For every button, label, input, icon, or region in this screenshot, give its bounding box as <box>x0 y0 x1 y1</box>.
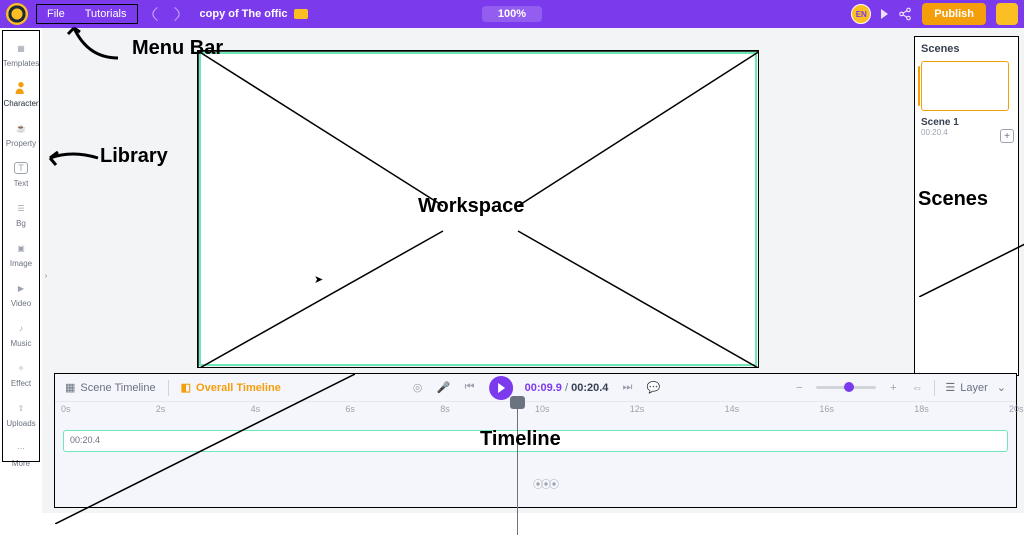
video-icon: ▶ <box>13 280 29 296</box>
sidebar-item-label: Image <box>10 259 32 268</box>
track-row[interactable]: 00:20.4 <box>63 430 1008 452</box>
sidebar-item-text[interactable]: T Text <box>0 154 42 194</box>
sidebar-item-video[interactable]: ▶ Video <box>0 274 42 314</box>
project-title[interactable]: copy of The offic <box>200 8 288 20</box>
title-badge-icon <box>294 9 308 19</box>
scenes-annotation-diag <box>919 147 1024 297</box>
user-avatar[interactable] <box>996 3 1018 25</box>
sidebar-item-label: Text <box>14 179 29 188</box>
sidebar-item-label: Templates <box>3 59 39 68</box>
music-icon: ♪ <box>13 320 29 336</box>
chevron-down-icon: ⌄ <box>997 381 1006 394</box>
sidebar-item-more[interactable]: ⋯ More <box>0 434 42 474</box>
layer-dropdown[interactable]: ☰ Layer ⌄ <box>945 381 1006 394</box>
image-icon: ▣ <box>13 240 29 256</box>
scenes-panel: Scenes Scene 1 00:20.4 + <box>914 36 1019 376</box>
zoom-out-icon[interactable]: − <box>792 381 806 395</box>
preview-icon[interactable] <box>881 9 888 19</box>
subtitle-icon[interactable]: 💬 <box>646 381 660 395</box>
workspace-canvas[interactable] <box>199 52 757 366</box>
sidebar-item-label: Character <box>3 99 38 108</box>
share-icon[interactable] <box>898 7 912 21</box>
sidebar-item-property[interactable]: ☕ Property <box>0 114 42 154</box>
scenes-title: Scenes <box>921 43 1012 55</box>
expand-sidebar-icon[interactable]: › <box>42 260 50 290</box>
cursor-icon: ➤ <box>314 273 323 286</box>
tab-scene-timeline[interactable]: ▦ Scene Timeline <box>65 381 156 394</box>
character-icon <box>13 80 29 96</box>
file-menu[interactable]: File <box>37 5 75 23</box>
sidebar-item-label: Bg <box>16 219 26 228</box>
layer-label: Layer <box>960 382 988 394</box>
tutorials-menu[interactable]: Tutorials <box>75 5 137 23</box>
menu-bar: File Tutorials copy of The offic 100% EN… <box>0 0 1024 28</box>
layer-icon: ☰ <box>945 381 955 394</box>
sidebar-item-bg[interactable]: ☰ Bg <box>0 194 42 234</box>
mic-tool-icon[interactable]: 🎤 <box>437 381 451 395</box>
sidebar-item-image[interactable]: ▣ Image <box>0 234 42 274</box>
sidebar-item-label: Uploads <box>6 419 35 428</box>
effect-icon: ✧ <box>13 360 29 376</box>
tab-label: Scene Timeline <box>80 382 155 394</box>
tab-label: Overall Timeline <box>196 382 281 394</box>
undo-icon[interactable] <box>149 7 163 21</box>
camera-tool-icon[interactable]: ◎ <box>411 381 425 395</box>
timeline-tab-icon: ◧ <box>181 381 191 394</box>
timeline-panel: ▦Scene Timeline ◧Overall Timeline ◎ 🎤 ⏮ … <box>54 373 1017 508</box>
templates-icon: ▦ <box>13 40 29 56</box>
zoom-level[interactable]: 100% <box>482 6 542 22</box>
add-scene-button[interactable]: + <box>1000 129 1014 143</box>
track-duration: 00:20.4 <box>70 435 100 445</box>
sidebar-item-label: Music <box>11 339 32 348</box>
publish-button[interactable]: Publish <box>922 3 986 25</box>
scene-thumbnail[interactable] <box>921 61 1009 111</box>
timeline-ruler[interactable]: 0s2s4s6s8s10s12s14s16s18s20s <box>55 402 1016 420</box>
prev-icon[interactable]: ⏮ <box>463 381 477 395</box>
playhead[interactable] <box>517 396 518 535</box>
library-sidebar: ▦ Templates Character ☕ Property T Text ☰ Bg… <box>0 28 42 513</box>
scene-duration: 00:20.4 <box>921 128 1012 137</box>
timeline-tracks[interactable]: 00:20.4 ⦿⦿⦿ <box>55 420 1016 490</box>
timeline-time: 00:09.9 / 00:20.4 <box>525 382 609 394</box>
main-area: ➤ Scenes Scene 1 00:20.4 + ▦ Scene Timeli… <box>42 28 1024 513</box>
text-icon: T <box>13 160 29 176</box>
scene-name: Scene 1 <box>921 117 1012 128</box>
sidebar-item-label: Property <box>6 139 36 148</box>
property-icon: ☕ <box>13 120 29 136</box>
uploads-icon: ⇧ <box>13 400 29 416</box>
fit-icon[interactable]: ⇔ <box>910 381 924 395</box>
bg-icon: ☰ <box>13 200 29 216</box>
sidebar-item-effect[interactable]: ✧ Effect <box>0 354 42 394</box>
zoom-slider[interactable] <box>816 386 876 389</box>
redo-icon[interactable] <box>167 7 181 21</box>
more-icon: ⋯ <box>13 440 29 456</box>
grip-icon[interactable]: ⦿⦿⦿ <box>533 476 557 491</box>
sidebar-item-label: Video <box>11 299 31 308</box>
next-icon[interactable]: ⏭ <box>620 381 634 395</box>
tab-overall-timeline[interactable]: ◧ Overall Timeline <box>181 381 281 394</box>
sidebar-item-character[interactable]: Character <box>0 74 42 114</box>
play-button[interactable] <box>489 376 513 400</box>
language-button[interactable]: EN <box>851 4 871 24</box>
sidebar-item-uploads[interactable]: ⇧ Uploads <box>0 394 42 434</box>
sidebar-item-label: More <box>12 459 30 468</box>
app-logo-icon[interactable] <box>6 3 28 25</box>
sidebar-item-label: Effect <box>11 379 31 388</box>
zoom-in-icon[interactable]: + <box>886 381 900 395</box>
sidebar-item-templates[interactable]: ▦ Templates <box>0 34 42 74</box>
sidebar-item-music[interactable]: ♪ Music <box>0 314 42 354</box>
timeline-tab-icon: ▦ <box>65 381 75 394</box>
